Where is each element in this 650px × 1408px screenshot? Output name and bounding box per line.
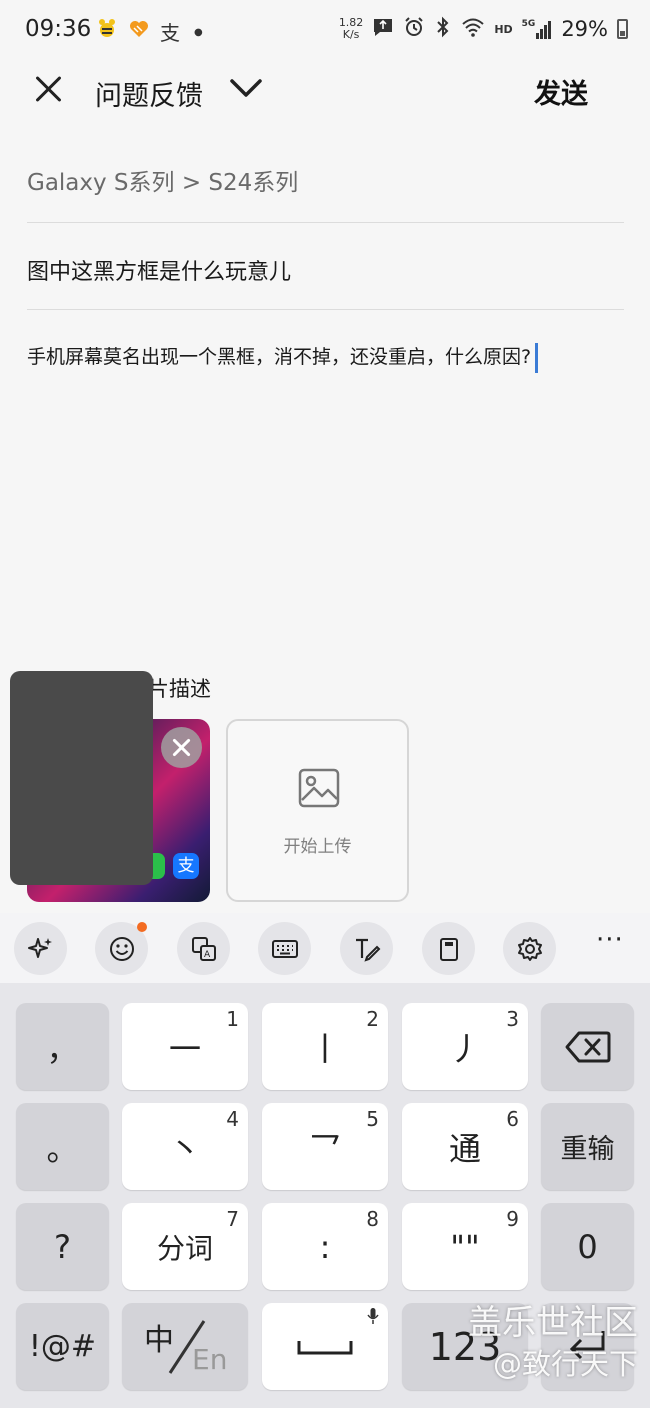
key-stroke-dian[interactable]: 丶 4 bbox=[122, 1103, 248, 1190]
key-segment[interactable]: 分词 7 bbox=[122, 1203, 248, 1290]
translate-icon[interactable]: A bbox=[177, 922, 230, 975]
backspace-icon bbox=[565, 1031, 610, 1062]
key-quotes[interactable]: "" 9 bbox=[402, 1203, 528, 1290]
signal-icon: 5G bbox=[522, 19, 553, 39]
subject-input[interactable]: 图中这黑方框是什么玩意儿 bbox=[27, 254, 291, 286]
watermark-author: @致行天下 bbox=[492, 1347, 638, 1381]
wifi-icon bbox=[461, 16, 485, 42]
net-speed-unit: K/s bbox=[342, 28, 360, 41]
alipay-app-icon: 支 bbox=[173, 853, 199, 879]
key-label: 0 bbox=[577, 1227, 598, 1266]
key-number: 5 bbox=[366, 1107, 379, 1131]
keyboard-icon[interactable] bbox=[258, 922, 311, 975]
text-caret bbox=[535, 342, 539, 373]
battery-percent: 29% bbox=[561, 17, 608, 41]
notification-icons: 支 ● bbox=[96, 18, 203, 47]
bluetooth-icon bbox=[434, 16, 452, 42]
message-icon bbox=[372, 16, 394, 42]
key-label: !@# bbox=[28, 1329, 97, 1364]
key-number: 9 bbox=[506, 1207, 519, 1231]
remove-image-icon[interactable] bbox=[161, 727, 202, 768]
alipay-icon: 支 bbox=[160, 20, 180, 45]
handwriting-icon[interactable] bbox=[340, 922, 393, 975]
battery-icon bbox=[617, 19, 628, 39]
reset-input-key[interactable]: 重输 bbox=[541, 1103, 634, 1190]
key-period[interactable]: 。 bbox=[16, 1103, 109, 1190]
key-label: 丨 bbox=[308, 1029, 341, 1068]
mic-icon bbox=[367, 1308, 379, 1324]
space-bar-icon bbox=[297, 1340, 353, 1354]
key-label: 。 bbox=[46, 1129, 79, 1168]
upload-label: 开始上传 bbox=[283, 837, 352, 857]
key-label: ， bbox=[46, 1029, 79, 1068]
key-label: 一 bbox=[168, 1029, 201, 1068]
key-label: 丿 bbox=[448, 1029, 481, 1068]
watermark-title: 盖乐世社区 bbox=[468, 1303, 638, 1343]
svg-text:A: A bbox=[204, 950, 211, 960]
more-icon[interactable]: ··· bbox=[596, 925, 624, 955]
key-label: "" bbox=[450, 1227, 480, 1266]
page-title[interactable]: 问题反馈 bbox=[95, 74, 203, 113]
settings-icon[interactable] bbox=[503, 922, 556, 975]
key-label: 分词 bbox=[156, 1231, 213, 1265]
send-button[interactable]: 发送 bbox=[534, 72, 588, 111]
chevron-down-icon[interactable] bbox=[228, 70, 264, 106]
close-icon[interactable] bbox=[28, 70, 68, 110]
lang-en-label: En bbox=[192, 1343, 228, 1376]
key-question[interactable]: ? bbox=[16, 1203, 109, 1290]
key-zero[interactable]: 0 bbox=[541, 1203, 634, 1290]
hd-icon: HD bbox=[494, 22, 513, 36]
status-bar: 09:36 支 ● 1.82 K/s HD 5G 29% bbox=[0, 0, 650, 62]
keyboard-toolbar: A bbox=[0, 913, 650, 983]
more-notifications-dot: ● bbox=[194, 27, 203, 38]
description-input[interactable]: 手机屏幕莫名出现一个黑框，消不掉，还没重启，什么原因? bbox=[27, 342, 539, 373]
heart-app-icon bbox=[128, 18, 150, 47]
key-number: 8 bbox=[366, 1207, 379, 1231]
key-number: 3 bbox=[506, 1007, 519, 1031]
key-label: 丶 bbox=[168, 1129, 201, 1168]
alarm-icon bbox=[403, 16, 425, 42]
key-stroke-heng[interactable]: 一 1 bbox=[122, 1003, 248, 1090]
backspace-key[interactable] bbox=[541, 1003, 634, 1090]
key-comma[interactable]: ， bbox=[16, 1003, 109, 1090]
system-status: 1.82 K/s HD 5G 29% bbox=[339, 16, 628, 42]
notification-dot bbox=[137, 922, 147, 932]
key-label: 重输 bbox=[560, 1134, 615, 1165]
language-switch-key[interactable]: 中 En bbox=[122, 1303, 248, 1390]
key-stroke-shu[interactable]: 丨 2 bbox=[262, 1003, 388, 1090]
symbols-key[interactable]: !@# bbox=[16, 1303, 109, 1390]
key-wildcard[interactable]: 通 6 bbox=[402, 1103, 528, 1190]
black-overlay-box bbox=[10, 671, 153, 885]
key-stroke-zhe[interactable]: 乛 5 bbox=[262, 1103, 388, 1190]
key-number: 6 bbox=[506, 1107, 519, 1131]
key-number: 1 bbox=[226, 1007, 239, 1031]
key-number: 7 bbox=[226, 1207, 239, 1231]
key-label: ? bbox=[54, 1227, 71, 1266]
key-colon[interactable]: : 8 bbox=[262, 1203, 388, 1290]
description-text: 手机屏幕莫名出现一个黑框，消不掉，还没重启，什么原因? bbox=[27, 346, 532, 368]
divider bbox=[27, 309, 624, 310]
key-number: 4 bbox=[226, 1107, 239, 1131]
key-label: : bbox=[319, 1227, 331, 1266]
key-label: 通 bbox=[448, 1129, 481, 1168]
clipboard-icon[interactable] bbox=[422, 922, 475, 975]
category-selector[interactable]: Galaxy S系列 > S24系列 bbox=[27, 163, 298, 197]
divider bbox=[27, 222, 624, 223]
ai-sparkle-icon[interactable] bbox=[14, 922, 67, 975]
key-stroke-pie[interactable]: 丿 3 bbox=[402, 1003, 528, 1090]
network-type: 5G bbox=[521, 19, 536, 29]
bee-icon bbox=[96, 18, 118, 47]
image-icon bbox=[298, 768, 340, 808]
space-key[interactable] bbox=[262, 1303, 388, 1390]
status-time: 09:36 bbox=[25, 16, 92, 42]
keyboard: ， 一 1 丨 2 丿 3 。 丶 4 乛 5 通 6 重输 ? 分词 7 : bbox=[0, 983, 650, 1408]
upload-image-button[interactable]: 开始上传 bbox=[226, 719, 409, 902]
key-number: 2 bbox=[366, 1007, 379, 1031]
key-label: 乛 bbox=[308, 1129, 341, 1168]
net-speed: 1.82 K/s bbox=[339, 17, 364, 41]
title-bar: 问题反馈 发送 bbox=[0, 62, 650, 120]
image-description-label: 片描述 bbox=[148, 677, 211, 701]
